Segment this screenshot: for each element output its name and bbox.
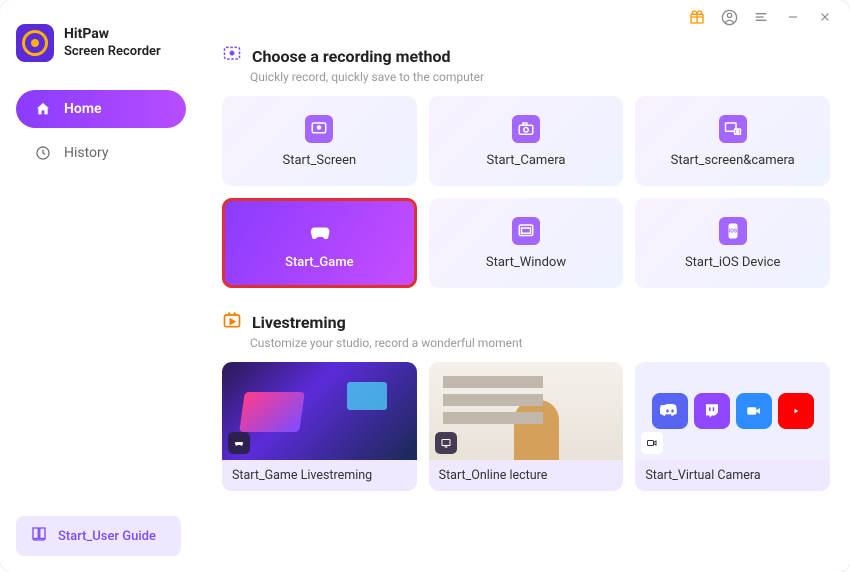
close-icon[interactable] (816, 8, 834, 26)
camera-icon (512, 115, 540, 143)
video-call-icon (736, 393, 772, 429)
sidebar-item-label: History (64, 145, 109, 161)
card-label: Start_Online lecture (429, 460, 624, 491)
camera-overlay-icon (641, 432, 663, 454)
card-label: Start_screen&camera (671, 153, 795, 168)
app-name: HitPaw (64, 26, 161, 44)
twitch-icon (694, 393, 730, 429)
screen-icon (305, 115, 333, 143)
history-icon (34, 144, 52, 162)
main-content: Choose a recording method Quickly record… (210, 0, 850, 572)
guide-label: Start_User Guide (58, 529, 156, 544)
brand-text: HitPaw Screen Recorder (64, 26, 161, 60)
recording-cards: Start_Screen Start_Camera Start_screen&c… (222, 96, 830, 288)
stream-cards: Start_Game Livestreming Start_Online lec… (222, 362, 830, 491)
sidebar: HitPaw Screen Recorder Home History Star… (0, 0, 210, 572)
stream-section-head: Livestreming (222, 310, 830, 334)
menu-icon[interactable] (752, 8, 770, 26)
recording-section-head: Choose a recording method (222, 44, 830, 68)
livestream-icon (222, 310, 242, 334)
user-guide-button[interactable]: Start_User Guide (16, 516, 181, 556)
screen-camera-icon (719, 115, 747, 143)
card-start-screen[interactable]: Start_Screen (222, 96, 417, 186)
thumb-virtual (635, 362, 830, 460)
card-start-ios[interactable]: iOS Start_iOS Device (635, 198, 830, 288)
user-icon[interactable] (720, 8, 738, 26)
card-start-screen-camera[interactable]: Start_screen&camera (635, 96, 830, 186)
app-subtitle: Screen Recorder (64, 44, 161, 60)
card-online-lecture[interactable]: Start_Online lecture (429, 362, 624, 491)
window-icon (512, 217, 540, 245)
sidebar-item-label: Home (64, 101, 102, 117)
gift-icon[interactable] (688, 8, 706, 26)
card-label: Start_Game Livestreming (222, 460, 417, 491)
recording-section-subtitle: Quickly record, quickly save to the comp… (250, 70, 830, 84)
recording-icon (222, 44, 242, 68)
card-virtual-camera[interactable]: Start_Virtual Camera (635, 362, 830, 491)
card-label: Start_Camera (487, 153, 566, 168)
card-start-game[interactable]: Start_Game (222, 198, 417, 288)
thumb-lecture (429, 362, 624, 460)
recording-section-title: Choose a recording method (252, 47, 451, 66)
minimize-icon[interactable] (784, 8, 802, 26)
lecture-overlay-icon (435, 432, 457, 454)
card-label: Start_Virtual Camera (635, 460, 830, 491)
stream-section-subtitle: Customize your studio, record a wonderfu… (250, 336, 830, 350)
book-icon (30, 525, 48, 547)
brand: HitPaw Screen Recorder (16, 24, 200, 62)
sidebar-item-home[interactable]: Home (16, 90, 186, 128)
stream-section-title: Livestreming (252, 313, 346, 332)
app-logo-icon (16, 24, 54, 62)
card-label: Start_Screen (282, 153, 356, 168)
sidebar-item-history[interactable]: History (16, 134, 186, 172)
titlebar (688, 8, 834, 26)
home-icon (34, 100, 52, 118)
card-game-livestream[interactable]: Start_Game Livestreming (222, 362, 417, 491)
thumb-game (222, 362, 417, 460)
ios-device-icon: iOS (719, 217, 747, 245)
card-label: Start_Window (486, 255, 566, 270)
game-overlay-icon (228, 432, 250, 454)
card-start-camera[interactable]: Start_Camera (429, 96, 624, 186)
youtube-icon (778, 393, 814, 429)
svg-text:iOS: iOS (729, 228, 738, 234)
card-start-window[interactable]: Start_Window (429, 198, 624, 288)
app-layout: HitPaw Screen Recorder Home History Star… (0, 0, 850, 572)
card-label: Start_Game (285, 255, 353, 270)
game-controller-icon (305, 217, 333, 245)
discord-icon (652, 393, 688, 429)
card-label: Start_iOS Device (685, 255, 780, 270)
